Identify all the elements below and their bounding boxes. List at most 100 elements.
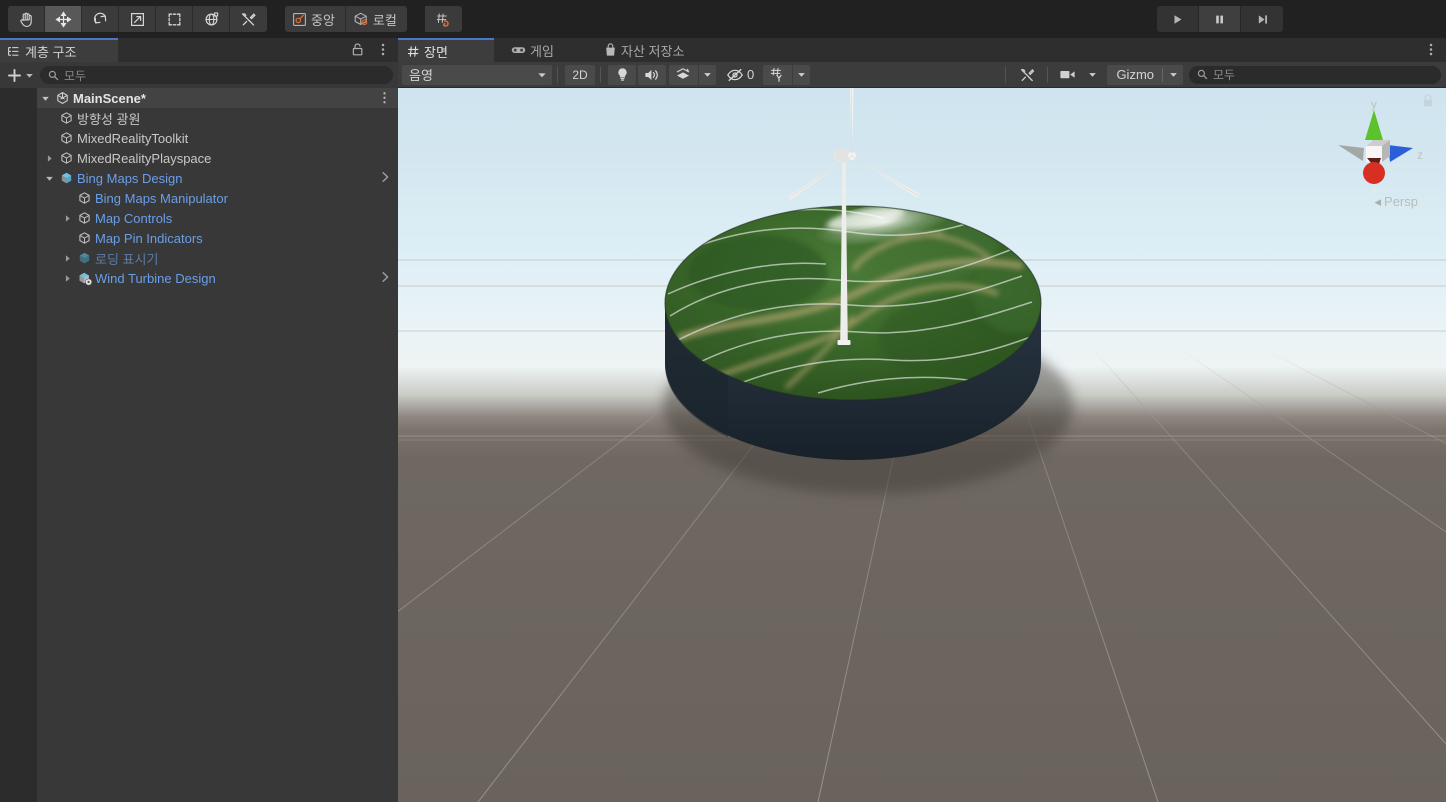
pause-button[interactable] [1199, 6, 1241, 32]
custom-tool-button[interactable] [230, 6, 267, 32]
hierarchy-item-label: Bing Maps Manipulator [95, 191, 228, 206]
tab-asset-store[interactable]: 자산 저장소 [595, 38, 725, 62]
chevron-down-icon [703, 70, 712, 79]
grid-hash-icon [407, 45, 420, 58]
camera-dropdown-group [1053, 65, 1101, 85]
effects-dropdown-arrow[interactable] [699, 65, 716, 85]
game-tab-label: 게임 [530, 41, 554, 60]
scene-context-menu-icon[interactable] [379, 91, 390, 108]
item-icon [75, 268, 94, 288]
hierarchy-item-label: Bing Maps Design [77, 171, 183, 186]
expand-triangle[interactable] [59, 208, 75, 228]
grid-dropdown-arrow[interactable] [793, 65, 810, 85]
draw-mode-dropdown[interactable]: 음영 [402, 65, 552, 85]
item-icon [75, 208, 94, 228]
hierarchy-item[interactable]: Map Pin Indicators [37, 228, 398, 248]
triangle-right-icon [63, 214, 72, 223]
expand-triangle[interactable] [59, 268, 75, 288]
hierarchy-item-label: 방향성 광원 [77, 109, 140, 128]
expand-triangle[interactable] [59, 248, 75, 268]
expand-triangle [59, 188, 75, 208]
scene-viewport[interactable]: y z x ◂Persp [398, 88, 1446, 802]
scene-view-toolbar: 음영 2D [398, 62, 1446, 88]
prefab-variant-icon [77, 271, 93, 286]
item-icon [57, 148, 76, 168]
audio-icon [644, 68, 660, 82]
hierarchy-item[interactable]: Wind Turbine Design [37, 268, 398, 288]
move-tool-button[interactable] [45, 6, 82, 32]
expand-triangle [59, 228, 75, 248]
pause-icon [1213, 13, 1226, 26]
transform-tool-button[interactable] [193, 6, 230, 32]
hierarchy-item-label: Map Pin Indicators [95, 231, 203, 246]
item-icon [57, 128, 76, 148]
tab-scene[interactable]: 장면 [398, 38, 494, 62]
add-gameobject-button[interactable] [6, 67, 34, 84]
toggle-lighting-button[interactable] [608, 65, 636, 85]
prefab-open-chevron-icon[interactable] [381, 171, 390, 186]
gameobject-cube-icon [77, 211, 92, 226]
triangle-down-icon [45, 174, 54, 183]
expand-triangle [41, 128, 57, 148]
hierarchy-panel-menu-icon[interactable] [377, 42, 389, 62]
scene-panel-menu-icon[interactable] [1425, 42, 1437, 62]
handle-space-label: 로컬 [373, 10, 397, 29]
grid-axis-button[interactable] [763, 65, 793, 85]
toggle-effects-button[interactable] [669, 65, 699, 85]
camera-dropdown-arrow[interactable] [1084, 65, 1101, 85]
gameobject-cube-icon [77, 191, 92, 206]
main-toolbar: 중앙 로컬 [0, 0, 1446, 38]
item-icon [75, 188, 94, 208]
component-tools-icon [1019, 67, 1036, 83]
tab-hierarchy[interactable]: 계층 구조 [0, 38, 118, 62]
hierarchy-item[interactable]: MixedRealityPlayspace [37, 148, 398, 168]
viewport-lock-icon[interactable] [1420, 92, 1436, 115]
prefab-cube-icon [77, 251, 92, 266]
expand-triangle[interactable] [41, 148, 57, 168]
gizmo-dropdown-arrow[interactable] [1163, 70, 1183, 79]
prefab-open-chevron-icon[interactable] [381, 271, 390, 286]
gameobject-cube-icon [59, 131, 74, 146]
hierarchy-item[interactable]: Bing Maps Design [37, 168, 398, 188]
expand-triangle [41, 108, 57, 128]
pivot-center-icon [292, 12, 307, 27]
hierarchy-tabbar: 계층 구조 [0, 38, 398, 62]
toggle-2d-button[interactable]: 2D [565, 65, 595, 85]
search-icon [48, 70, 59, 81]
step-button[interactable] [1241, 6, 1283, 32]
scene-expand-triangle[interactable] [37, 88, 53, 108]
toggle-audio-button[interactable] [638, 65, 666, 85]
hierarchy-item-label: Map Controls [95, 211, 172, 226]
hierarchy-scene-row[interactable]: MainScene* [37, 88, 398, 108]
scene-camera-button[interactable] [1053, 65, 1084, 85]
scale-tool-button[interactable] [119, 6, 156, 32]
rect-tool-button[interactable] [156, 6, 193, 32]
expand-triangle[interactable] [41, 168, 57, 188]
triangle-right-icon [45, 154, 54, 163]
triangle-down-icon [41, 94, 50, 103]
item-icon [75, 228, 94, 248]
item-icon [57, 108, 76, 128]
hierarchy-item[interactable]: Bing Maps Manipulator [37, 188, 398, 208]
projection-mode-label[interactable]: ◂Persp [1375, 194, 1419, 210]
hierarchy-item[interactable]: 방향성 광원 [37, 108, 398, 128]
gizmo-axis-z-label: z [1417, 148, 1423, 162]
handle-space-button[interactable]: 로컬 [346, 6, 407, 32]
hierarchy-item[interactable]: 로딩 표시기 [37, 248, 398, 268]
scene-search-input[interactable]: 모두 [1189, 66, 1441, 84]
hierarchy-item[interactable]: Map Controls [37, 208, 398, 228]
gizmo-dropdown[interactable]: Gizmo [1107, 65, 1183, 85]
hierarchy-item[interactable]: MixedRealityToolkit [37, 128, 398, 148]
tab-game[interactable]: 게임 [502, 38, 582, 62]
lock-panel-icon[interactable] [351, 42, 364, 62]
grid-snap-button[interactable] [425, 6, 462, 32]
rotate-tool-button[interactable] [82, 6, 119, 32]
pivot-mode-button[interactable]: 중앙 [285, 6, 346, 32]
play-button[interactable] [1157, 6, 1199, 32]
scene-visibility-button[interactable]: 0 [720, 65, 760, 85]
item-icon [75, 248, 94, 268]
hand-tool-button[interactable] [8, 6, 45, 32]
hierarchy-search-input[interactable]: 모두 [40, 66, 393, 84]
component-tools-button[interactable] [1013, 65, 1042, 85]
plus-icon [6, 67, 23, 84]
